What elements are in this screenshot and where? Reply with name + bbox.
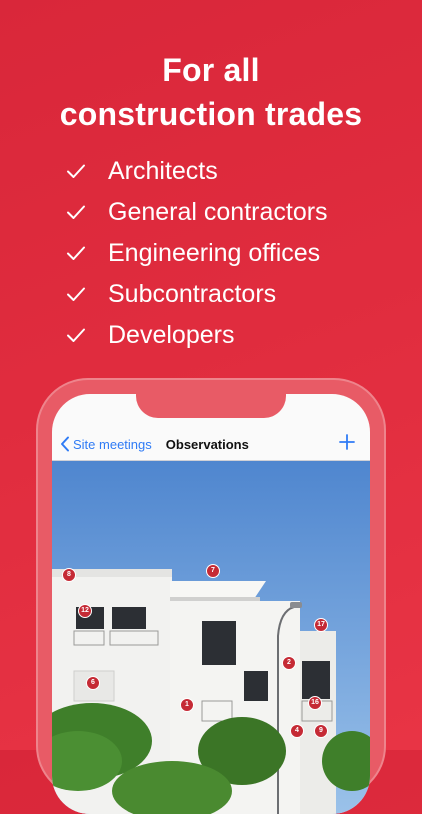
trade-item-subcontractors: Subcontractors [64,273,328,314]
headline-line-2: construction trades [59,96,363,132]
observation-pin[interactable]: 2 [282,656,296,670]
trade-item-architects: Architects [64,150,328,191]
trade-label: Engineering offices [108,238,321,267]
back-button-label: Site meetings [73,436,152,452]
trade-label: Subcontractors [108,279,277,308]
observation-pin[interactable]: 1 [180,698,194,712]
back-button[interactable]: Site meetings [60,436,152,452]
plus-icon[interactable] [338,433,356,451]
phone-frame: Site meetings Observations 8 7 12 17 2 6… [36,378,386,814]
navigation-bar: Site meetings Observations [52,428,370,460]
headline: For all construction trades [0,48,422,136]
phone-screen: Site meetings Observations 8 7 12 17 2 6… [52,394,370,814]
checkmark-icon [67,164,85,178]
phone-notch [136,394,286,418]
checkmark-icon [67,205,85,219]
trade-item-engineering-offices: Engineering offices [64,232,328,273]
observation-pin[interactable]: 6 [86,676,100,690]
trade-label: Architects [108,156,218,185]
observation-pin[interactable]: 12 [78,604,92,618]
checkmark-icon [67,287,85,301]
observation-pin[interactable]: 17 [314,618,328,632]
checkmark-icon [67,246,85,260]
observation-pin[interactable]: 8 [62,568,76,582]
headline-line-1: For all [162,52,260,88]
trade-list: Architects General contractors Engineeri… [64,150,328,355]
observation-pin[interactable]: 7 [206,564,220,578]
trade-label: General contractors [108,197,328,226]
trade-label: Developers [108,320,235,349]
trade-item-developers: Developers [64,314,328,355]
observation-pin[interactable]: 9 [314,724,328,738]
building-photo[interactable] [52,461,370,814]
observation-pin[interactable]: 4 [290,724,304,738]
checkmark-icon [67,328,85,342]
observation-pin[interactable]: 16 [308,696,322,710]
chevron-left-icon [61,436,69,452]
trade-item-general-contractors: General contractors [64,191,328,232]
screen-title: Observations [165,436,249,452]
